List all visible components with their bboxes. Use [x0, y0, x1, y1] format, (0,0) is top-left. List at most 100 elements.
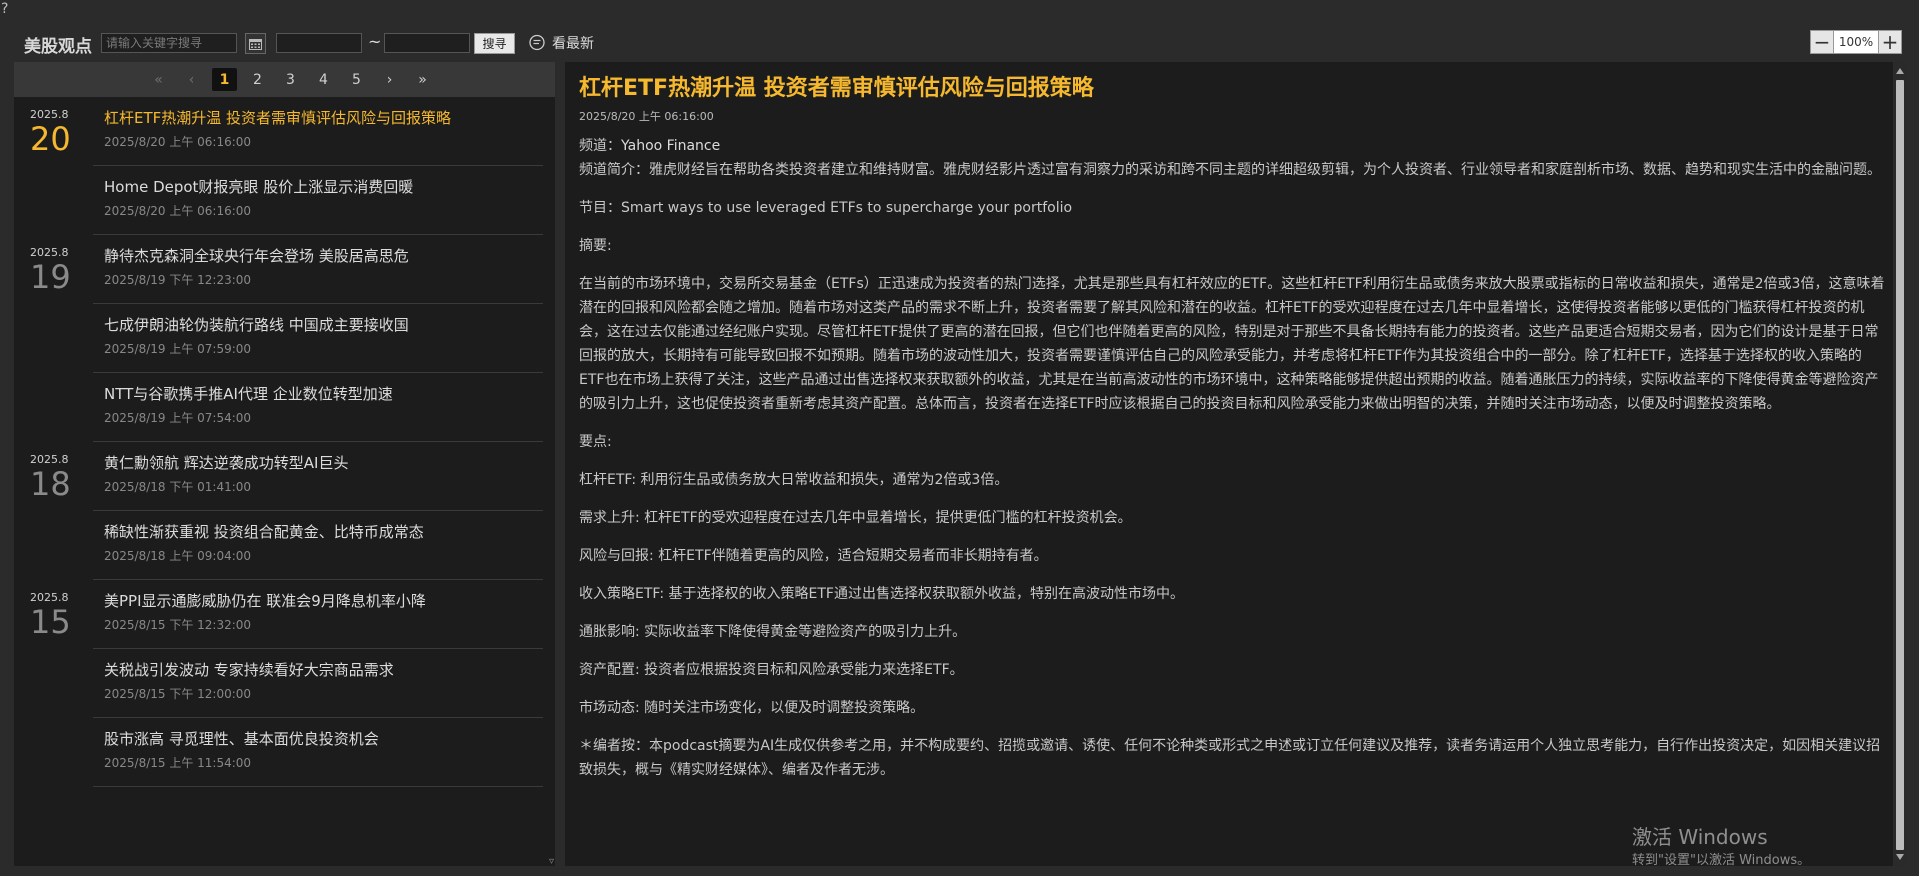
news-row: 关税战引发波动 专家持续看好大宗商品需求 2025/8/15 下午 12:00:…: [14, 649, 555, 718]
news-list-panel: « ‹ 1 2 3 4 5 › » 2025.8 20 杠杆ETF热潮升温 投资…: [14, 62, 555, 866]
first-page-button[interactable]: «: [146, 68, 171, 91]
last-page-button[interactable]: »: [410, 68, 435, 91]
article-body: 频道：Yahoo Finance 频道简介：雅虎财经旨在帮助各类投资者建立和维持…: [579, 134, 1885, 782]
news-row: 稀缺性渐获重视 投资组合配黄金、比特币成常态 2025/8/18 上午 09:0…: [14, 511, 555, 580]
channel-name: Yahoo Finance: [621, 138, 721, 154]
date-group-label: 2025.8 15: [30, 591, 90, 639]
news-title: 美PPI显示通膨威胁仍在 联准会9月降息机率小降: [104, 592, 426, 610]
news-item[interactable]: 关税战引发波动 专家持续看好大宗商品需求 2025/8/15 下午 12:00:…: [93, 649, 543, 718]
key-point: 需求上升: 杠杆ETF的受欢迎程度在过去几年中显着增长，提供更低门槛的杠杆投资机…: [579, 510, 1132, 526]
news-item[interactable]: 杠杆ETF热潮升温 投资者需审慎评估风险与回报策略 2025/8/20 上午 0…: [93, 97, 543, 166]
key-point: 资产配置: 投资者应根据投资目标和风险承受能力来选择ETF。: [579, 662, 964, 678]
article-scrollbar[interactable]: [1894, 62, 1906, 866]
news-row: NTT与谷歌携手推AI代理 企业数位转型加速 2025/8/19 上午 07:5…: [14, 373, 555, 442]
news-time: 2025/8/20 上午 06:16:00: [104, 135, 252, 149]
date-group-label: 2025.8 18: [30, 453, 90, 501]
news-title: 关税战引发波动 专家持续看好大宗商品需求: [104, 661, 394, 679]
news-time: 2025/8/19 下午 12:23:00: [104, 273, 252, 287]
news-row: Home Depot财报亮眼 股价上涨显示消费回暖 2025/8/20 上午 0…: [14, 166, 555, 235]
key-point: 风险与回报: 杠杆ETF伴随着更高的风险，适合短期交易者而非长期持有者。: [579, 548, 1048, 564]
calendar-button[interactable]: [245, 33, 266, 54]
brand-title: 美股观点: [24, 37, 92, 57]
key-point: 杠杆ETF: 利用衍生品或债务放大日常收益和损失，通常为2倍或3倍。: [579, 472, 1009, 488]
key-point: 市场动态: 随时关注市场变化，以便及时调整投资策略。: [579, 700, 925, 716]
summary-label: 摘要:: [579, 238, 612, 254]
news-title: 杠杆ETF热潮升温 投资者需审慎评估风险与回报策略: [104, 109, 452, 127]
scroll-thumb[interactable]: [1896, 80, 1904, 850]
summary-text: 在当前的市场环境中，交易所交易基金（ETFs）正迅速成为投资者的热门选择，尤其是…: [579, 276, 1885, 412]
date-day: 18: [30, 465, 71, 503]
page-button-5[interactable]: 5: [344, 68, 369, 91]
news-time: 2025/8/19 上午 07:59:00: [104, 342, 252, 356]
date-group-label: 2025.8 19: [30, 246, 90, 294]
keyword-search-input[interactable]: [101, 33, 237, 53]
channel-label: 频道：: [579, 138, 621, 154]
page-button-1[interactable]: 1: [212, 68, 237, 91]
news-item[interactable]: 美PPI显示通膨威胁仍在 联准会9月降息机率小降 2025/8/15 下午 12…: [93, 580, 543, 649]
date-group-label: 2025.8 20: [30, 108, 90, 156]
news-row: 2025.8 20 杠杆ETF热潮升温 投资者需审慎评估风险与回报策略 2025…: [14, 97, 555, 166]
zoom-control: − 100% +: [1810, 30, 1902, 54]
calendar-icon: [249, 38, 262, 50]
date-from-input[interactable]: [276, 33, 362, 53]
search-button[interactable]: 搜寻: [474, 33, 515, 54]
key-point: 通胀影响: 实际收益率下降使得黄金等避险资产的吸引力上升。: [579, 624, 967, 640]
points-label: 要点:: [579, 434, 612, 450]
news-title: 静待杰克森洞全球央行年会登场 美股居高思危: [104, 247, 409, 265]
news-title: 稀缺性渐获重视 投资组合配黄金、比特币成常态: [104, 523, 424, 541]
date-to-input[interactable]: [384, 33, 470, 53]
scroll-up-arrow-icon[interactable]: [1896, 68, 1904, 74]
left-panel-scroll-arrow[interactable]: ▿: [549, 856, 554, 867]
news-time: 2025/8/19 上午 07:54:00: [104, 411, 252, 425]
page-button-2[interactable]: 2: [245, 68, 270, 91]
date-day: 19: [30, 258, 71, 296]
scroll-down-arrow-icon[interactable]: [1896, 854, 1904, 860]
news-time: 2025/8/15 下午 12:00:00: [104, 687, 252, 701]
article-panel: 杠杆ETF热潮升温 投资者需审慎评估风险与回报策略 2025/8/20 上午 0…: [565, 62, 1893, 866]
news-time: 2025/8/15 上午 11:54:00: [104, 756, 252, 770]
zoom-level: 100%: [1834, 30, 1878, 54]
prev-page-button[interactable]: ‹: [179, 68, 204, 91]
channel-line: 频道：Yahoo Finance: [579, 134, 1885, 158]
article-time: 2025/8/20 上午 06:16:00: [579, 110, 714, 123]
date-range-separator: ~: [368, 32, 382, 51]
editor-note: ＊编者按：本podcast摘要为AI生成仅供参考之用，并不构成要约、招揽或邀请、…: [579, 738, 1881, 778]
program-line: 节目：Smart ways to use leveraged ETFs to s…: [579, 200, 1073, 216]
pagination: « ‹ 1 2 3 4 5 › »: [14, 62, 555, 97]
news-item[interactable]: NTT与谷歌携手推AI代理 企业数位转型加速 2025/8/19 上午 07:5…: [93, 373, 543, 442]
news-title: 股市涨高 寻觅理性、基本面优良投资机会: [104, 730, 379, 748]
news-time: 2025/8/18 上午 09:04:00: [104, 549, 252, 563]
article-title: 杠杆ETF热潮升温 投资者需审慎评估风险与回报策略: [579, 76, 1094, 101]
news-row: 2025.8 15 美PPI显示通膨威胁仍在 联准会9月降息机率小降 2025/…: [14, 580, 555, 649]
news-title: 七成伊朗油轮伪装航行路线 中国成主要接收国: [104, 316, 409, 334]
zoom-out-button[interactable]: −: [1810, 30, 1834, 54]
latest-button[interactable]: 看最新: [528, 32, 594, 54]
news-row: 2025.8 18 黄仁勳领航 辉达逆袭成功转型AI巨头 2025/8/18 下…: [14, 442, 555, 511]
key-point: 收入策略ETF: 基于选择权的收入策略ETF通过出售选择权获取额外收益，特别在高…: [579, 586, 1184, 602]
date-day: 20: [30, 120, 71, 158]
news-item[interactable]: 稀缺性渐获重视 投资组合配黄金、比特币成常态 2025/8/18 上午 09:0…: [93, 511, 543, 580]
next-page-button[interactable]: ›: [377, 68, 402, 91]
news-time: 2025/8/18 下午 01:41:00: [104, 480, 252, 494]
news-time: 2025/8/20 上午 06:16:00: [104, 204, 252, 218]
news-item[interactable]: 静待杰克森洞全球央行年会登场 美股居高思危 2025/8/19 下午 12:23…: [93, 235, 543, 304]
toolbar: 美股观点 ~ 搜寻 看最新 − 100% +: [0, 24, 1919, 62]
news-item[interactable]: 黄仁勳领航 辉达逆袭成功转型AI巨头 2025/8/18 下午 01:41:00: [93, 442, 543, 511]
news-row: 七成伊朗油轮伪装航行路线 中国成主要接收国 2025/8/19 上午 07:59…: [14, 304, 555, 373]
zoom-in-button[interactable]: +: [1878, 30, 1902, 54]
news-item[interactable]: 股市涨高 寻觅理性、基本面优良投资机会 2025/8/15 上午 11:54:0…: [93, 718, 543, 787]
news-item[interactable]: Home Depot财报亮眼 股价上涨显示消费回暖 2025/8/20 上午 0…: [93, 166, 543, 235]
channel-intro: 频道简介：雅虎财经旨在帮助各类投资者建立和维持财富。雅虎财经影片透过富有洞察力的…: [579, 162, 1881, 178]
news-time: 2025/8/15 下午 12:32:00: [104, 618, 252, 632]
news-list: 2025.8 20 杠杆ETF热潮升温 投资者需审慎评估风险与回报策略 2025…: [14, 97, 555, 787]
news-title: 黄仁勳领航 辉达逆袭成功转型AI巨头: [104, 454, 349, 472]
news-item[interactable]: 七成伊朗油轮伪装航行路线 中国成主要接收国 2025/8/19 上午 07:59…: [93, 304, 543, 373]
news-row: 股市涨高 寻觅理性、基本面优良投资机会 2025/8/15 上午 11:54:0…: [14, 718, 555, 787]
date-day: 15: [30, 603, 71, 641]
news-title: NTT与谷歌携手推AI代理 企业数位转型加速: [104, 385, 393, 403]
help-mark[interactable]: ?: [1, 1, 8, 17]
page-button-4[interactable]: 4: [311, 68, 336, 91]
page-button-3[interactable]: 3: [278, 68, 303, 91]
comment-icon: [529, 34, 545, 51]
news-row: 2025.8 19 静待杰克森洞全球央行年会登场 美股居高思危 2025/8/1…: [14, 235, 555, 304]
